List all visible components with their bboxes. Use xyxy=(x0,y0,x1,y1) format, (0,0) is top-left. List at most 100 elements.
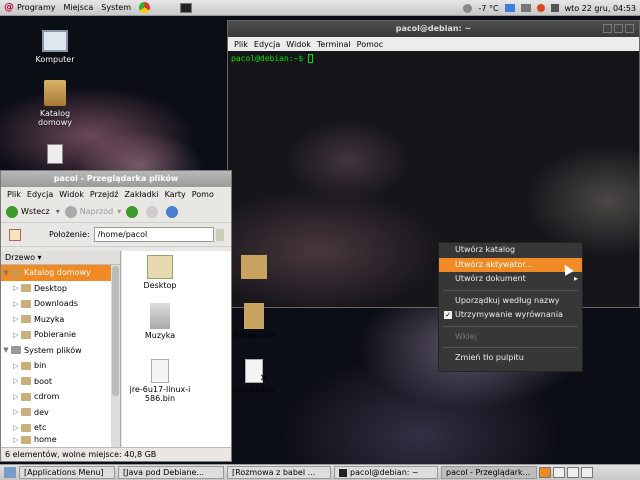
menu-item-utworz-dokument[interactable]: Utwórz dokument ▸ xyxy=(439,272,582,287)
tree-item-home[interactable]: ▷ home xyxy=(1,435,120,444)
volume-icon[interactable] xyxy=(550,4,559,12)
menu-widok[interactable]: Widok xyxy=(286,40,311,49)
expand-arrow-icon[interactable]: ▷ xyxy=(11,393,21,401)
task-file-manager[interactable]: pacol - Przeglądark... xyxy=(441,466,537,479)
expand-arrow-icon[interactable]: ▷ xyxy=(11,377,21,385)
expand-arrow-icon[interactable]: ▷ xyxy=(11,424,21,432)
expand-arrow-icon[interactable]: ▼ xyxy=(1,269,11,277)
expand-arrow-icon[interactable]: ▼ xyxy=(1,346,11,354)
sidebar-header[interactable]: Drzewo ▾ xyxy=(1,251,120,265)
tree-item-bin[interactable]: ▷ bin xyxy=(1,358,120,374)
menu-pomoc[interactable]: Pomoc xyxy=(357,40,384,49)
mail-icon[interactable] xyxy=(520,4,531,12)
tree-item-pobieranie[interactable]: ▷ Pobieranie xyxy=(1,327,120,343)
menu-item-zmien-tlo[interactable]: Zmień tło pulpitu xyxy=(439,351,582,366)
forward-button[interactable]: Naprzód ▾ xyxy=(64,205,121,218)
desktop-icon-home[interactable]: Katalog domowy xyxy=(25,80,85,127)
menu-item-uporzadkuj[interactable]: Uporządkuj według nazwy xyxy=(439,294,582,309)
tree-item-label: dev xyxy=(34,407,49,417)
file-item-desktop[interactable]: Desktop xyxy=(128,255,192,290)
menu-item-utworz-aktywator[interactable]: Utwórz aktywator... xyxy=(439,257,582,272)
menu-programy[interactable]: Programy xyxy=(17,3,56,12)
menu-widok[interactable]: Widok xyxy=(59,190,84,199)
file-manager-titlebar[interactable]: pacol - Przeglądarka plików xyxy=(1,171,231,187)
menu-item-utrzymywanie-wyrownania[interactable]: ✓ Utrzymywanie wyrównania xyxy=(439,308,582,323)
menu-item-utworz-katalog[interactable]: Utwórz katalog xyxy=(439,243,582,258)
workspace-3[interactable] xyxy=(567,467,579,478)
workspace-1[interactable] xyxy=(539,467,551,478)
menu-terminal[interactable]: Terminal xyxy=(317,40,351,49)
desktop-icon-computer[interactable]: Komputer xyxy=(25,30,85,64)
file-icon-view[interactable]: Desktop Muzyka Pobieranie jre-6u17-linux… xyxy=(122,251,275,448)
chevron-down-icon[interactable]: ▾ xyxy=(117,207,121,216)
scrollbar-thumb[interactable] xyxy=(112,266,119,396)
file-item-jre[interactable]: jre-6u17-linux-i586.bin xyxy=(128,359,192,403)
task-applications-menu[interactable]: [Applications Menu] xyxy=(19,466,115,479)
temperature[interactable]: -7 °C xyxy=(478,4,498,13)
close-icon[interactable] xyxy=(625,24,634,33)
expand-arrow-icon[interactable]: ▷ xyxy=(11,436,21,444)
expand-arrow-icon[interactable]: ▷ xyxy=(11,300,21,308)
debian-logo-icon[interactable]: @ xyxy=(4,2,14,13)
task-java[interactable]: [Java pod Debiane... xyxy=(118,466,224,479)
location-dropdown-icon[interactable] xyxy=(215,228,224,241)
menu-edycja[interactable]: Edycja xyxy=(254,40,280,49)
tree-item-muzyka[interactable]: ▷ Muzyka xyxy=(1,312,120,328)
task-terminal[interactable]: pacol@debian: ~ xyxy=(334,466,438,479)
minimize-icon[interactable] xyxy=(603,24,612,33)
up-button[interactable] xyxy=(126,205,141,218)
terminal-titlebar[interactable]: pacol@debian: ~ xyxy=(228,21,639,37)
file-item-folder[interactable] xyxy=(222,255,286,281)
workspace-4[interactable] xyxy=(581,467,593,478)
tree-item-boot[interactable]: ▷ boot xyxy=(1,374,120,390)
tree-item-desktop[interactable]: ▷ Desktop xyxy=(1,281,120,297)
menu-przejdz[interactable]: Przejdź xyxy=(90,190,119,199)
expand-arrow-icon[interactable]: ▷ xyxy=(11,331,21,339)
update-icon[interactable] xyxy=(536,4,545,12)
tree-item-downloads[interactable]: ▷ Downloads xyxy=(1,296,120,312)
sidebar-scrollbar[interactable] xyxy=(111,265,120,448)
menu-system[interactable]: System xyxy=(101,3,131,12)
tree-item-label: Pobieranie xyxy=(34,330,77,340)
edit-location-icon[interactable] xyxy=(9,228,21,241)
folder-icon xyxy=(21,330,31,339)
file-item-nano-save[interactable]: ✕ nano.save xyxy=(222,359,286,394)
tree-item-cdrom[interactable]: ▷ cdrom xyxy=(1,389,120,405)
checkbox-checked-icon[interactable]: ✓ xyxy=(444,311,452,319)
expand-arrow-icon[interactable]: ▷ xyxy=(11,408,21,416)
stop-button[interactable] xyxy=(146,205,161,218)
expand-arrow-icon[interactable]: ▷ xyxy=(11,315,21,323)
menu-pomoc[interactable]: Pomo xyxy=(192,190,214,199)
desktop-icon-trash[interactable] xyxy=(25,144,85,167)
folder-icon xyxy=(21,435,31,444)
network-icon[interactable] xyxy=(504,4,515,12)
reload-button[interactable] xyxy=(166,205,181,218)
workspace-2[interactable] xyxy=(553,467,565,478)
back-button[interactable]: Wstecz ▾ xyxy=(6,205,60,218)
tree-item-etc[interactable]: ▷ etc xyxy=(1,420,120,436)
tree-item-system-plikow[interactable]: ▼ System plików xyxy=(1,343,120,359)
menu-plik[interactable]: Plik xyxy=(7,190,21,199)
clock[interactable]: wto 22 gru, 04:53 xyxy=(565,4,636,13)
weather-icon[interactable] xyxy=(463,3,473,13)
chevron-down-icon[interactable]: ▾ xyxy=(56,207,60,216)
menu-miejsca[interactable]: Miejsca xyxy=(64,3,94,12)
file-item-pobieranie[interactable]: Pobieranie xyxy=(222,303,286,340)
menu-zakladki[interactable]: Zakładki xyxy=(124,190,158,199)
menu-separator xyxy=(443,325,578,327)
tree-item-katalog-domowy[interactable]: ▼ Katalog domowy xyxy=(1,265,120,281)
expand-arrow-icon[interactable]: ▷ xyxy=(11,362,21,370)
show-desktop-icon[interactable] xyxy=(4,467,16,478)
chrome-launcher-icon[interactable] xyxy=(139,2,151,13)
task-rozmowa[interactable]: [Rozmowa z babel ... xyxy=(227,466,331,479)
file-manager-window[interactable]: pacol - Przeglądarka plików Plik Edycja … xyxy=(0,170,275,462)
tree-item-dev[interactable]: ▷ dev xyxy=(1,405,120,421)
terminal-launcher-icon[interactable] xyxy=(180,2,193,13)
location-input[interactable] xyxy=(93,227,214,242)
menu-plik[interactable]: Plik xyxy=(234,40,248,49)
file-item-muzyka[interactable]: Muzyka xyxy=(128,303,192,340)
menu-karty[interactable]: Karty xyxy=(165,190,186,199)
menu-edycja[interactable]: Edycja xyxy=(27,190,53,199)
maximize-icon[interactable] xyxy=(614,24,623,33)
expand-arrow-icon[interactable]: ▷ xyxy=(11,284,21,292)
